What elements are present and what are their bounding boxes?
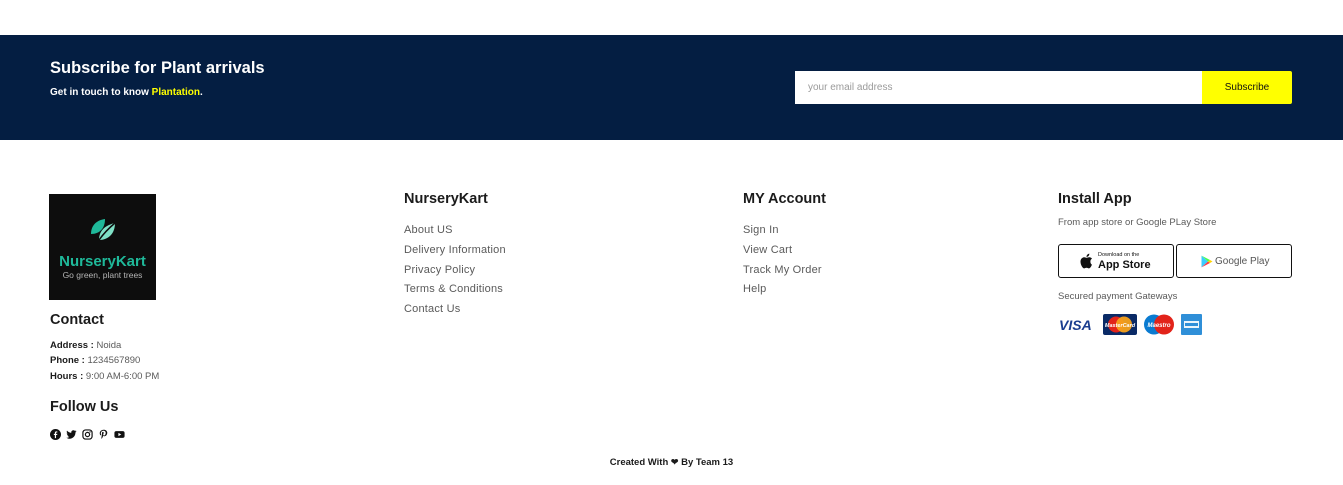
maestro-label: Maestro: [1147, 323, 1170, 329]
twitter-icon[interactable]: [66, 429, 77, 440]
address-value: Noida: [96, 340, 122, 351]
subscribe-button[interactable]: Subscribe: [1202, 71, 1292, 104]
credit-prefix: Created With: [609, 457, 671, 468]
visa-icon: VISA: [1059, 317, 1092, 333]
payment-methods: VISA MasterCard Maestro: [1058, 314, 1202, 335]
phone-value: 1234567890: [87, 355, 141, 366]
subscribe-title: Subscribe for Plant arrivals: [50, 59, 265, 77]
payment-note: Secured payment Gateways: [1058, 291, 1178, 302]
list-item: Contact Us: [404, 297, 506, 317]
address-label: Address :: [50, 340, 94, 351]
hours-label: Hours :: [50, 371, 84, 382]
track-order-link[interactable]: Track My Order: [743, 264, 822, 276]
contact-heading: Contact: [50, 312, 104, 328]
social-links: [50, 429, 125, 440]
google-play-button[interactable]: Google Play: [1176, 244, 1292, 278]
list-item: View Cart: [743, 238, 826, 258]
help-link[interactable]: Help: [743, 283, 766, 295]
instagram-icon[interactable]: [82, 429, 93, 440]
store-buttons: Download on the App Store Google Play: [1058, 244, 1292, 278]
subscribe-subtitle: Get in touch to know Plantation.: [50, 87, 203, 98]
american-express-icon: [1181, 314, 1202, 335]
credit-suffix: By Team 13: [678, 457, 734, 468]
list-item: About US: [404, 218, 506, 238]
facebook-icon[interactable]: [50, 429, 61, 440]
subscribe-subtitle-suffix: .: [200, 87, 203, 98]
account-links: Sign In View Cart Track My Order Help: [743, 218, 826, 297]
youtube-icon[interactable]: [114, 429, 125, 440]
account-column: MY Account Sign In View Cart Track My Or…: [743, 191, 826, 297]
leaf-icon: [91, 219, 116, 241]
app-store-label: App Store: [1098, 259, 1151, 271]
contact-address: Address : Noida: [50, 340, 121, 351]
google-play-icon: [1201, 255, 1213, 268]
nurserykart-heading: NurseryKart: [404, 191, 488, 207]
logo-name: NurseryKart: [59, 253, 146, 270]
hours-value: 9:00 AM-6:00 PM: [85, 371, 160, 382]
privacy-policy-link[interactable]: Privacy Policy: [404, 264, 475, 276]
list-item: Help: [743, 277, 826, 297]
pinterest-icon[interactable]: [98, 429, 109, 440]
google-play-label: Google Play: [1215, 256, 1270, 267]
sign-in-link[interactable]: Sign In: [743, 224, 779, 236]
subscribe-subtitle-highlight: Plantation: [151, 87, 201, 98]
nurserykart-column: NurseryKart About US Delivery Informatio…: [404, 191, 506, 317]
mastercard-icon: MasterCard: [1103, 314, 1137, 335]
visa-label: VISA: [1059, 317, 1092, 333]
install-heading: Install App: [1058, 191, 1132, 207]
subscribe-subtitle-prefix: Get in touch to know: [50, 87, 152, 98]
nurserykart-links: About US Delivery Information Privacy Po…: [404, 218, 506, 317]
install-column: Install App From app store or Google PLa…: [1058, 191, 1216, 228]
terms-conditions-link[interactable]: Terms & Conditions: [404, 283, 503, 295]
contact-us-link[interactable]: Contact Us: [404, 303, 460, 315]
list-item: Sign In: [743, 218, 826, 238]
contact-hours: Hours : 9:00 AM-6:00 PM: [50, 371, 159, 382]
apple-icon: [1080, 253, 1092, 269]
nurserykart-logo[interactable]: NurseryKart Go green, plant trees: [49, 194, 156, 300]
about-us-link[interactable]: About US: [404, 224, 453, 236]
app-store-button[interactable]: Download on the App Store: [1058, 244, 1174, 278]
subscribe-form: Subscribe: [795, 71, 1292, 104]
footer-credit: Created With ❤ By Team 13: [0, 457, 1343, 468]
subscribe-banner: Subscribe for Plant arrivals Get in touc…: [0, 35, 1343, 140]
contact-phone: Phone : 1234567890: [50, 355, 140, 366]
view-cart-link[interactable]: View Cart: [743, 244, 792, 256]
follow-heading: Follow Us: [50, 399, 119, 415]
mastercard-label: MasterCard: [1105, 323, 1136, 329]
email-input[interactable]: [795, 71, 1202, 104]
install-note: From app store or Google PLay Store: [1058, 217, 1217, 228]
logo-tagline: Go green, plant trees: [62, 270, 143, 280]
list-item: Track My Order: [743, 258, 826, 278]
list-item: Privacy Policy: [404, 258, 506, 278]
app-store-caption: Download on the: [1098, 252, 1140, 258]
maestro-icon: Maestro: [1144, 314, 1174, 335]
account-heading: MY Account: [743, 191, 826, 207]
list-item: Delivery Information: [404, 238, 506, 258]
list-item: Terms & Conditions: [404, 277, 506, 297]
delivery-information-link[interactable]: Delivery Information: [404, 244, 506, 256]
phone-label: Phone :: [50, 355, 85, 366]
